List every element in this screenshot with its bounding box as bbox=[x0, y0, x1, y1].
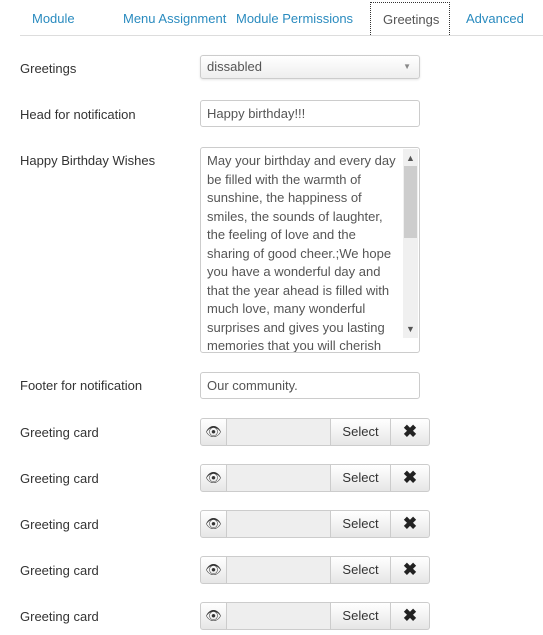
eye-icon[interactable]: 👁 bbox=[200, 418, 227, 446]
greeting-card-field[interactable] bbox=[227, 556, 331, 584]
scrollbar[interactable]: ▲ ▼ bbox=[403, 149, 418, 338]
greeting-card-label: Greeting card bbox=[20, 517, 99, 532]
tab-bar: Module Menu Assignment Module Permission… bbox=[20, 0, 543, 36]
eye-icon[interactable]: 👁 bbox=[200, 556, 227, 584]
scroll-down-icon[interactable]: ▼ bbox=[403, 320, 418, 339]
scroll-thumb[interactable] bbox=[404, 166, 417, 238]
greeting-card-field[interactable] bbox=[227, 602, 331, 630]
greeting-card-label: Greeting card bbox=[20, 471, 99, 486]
greeting-card-field[interactable] bbox=[227, 418, 331, 446]
greeting-card-picker: 👁 Select ✖ bbox=[200, 418, 430, 446]
head-label: Head for notification bbox=[20, 107, 136, 122]
tab-greetings[interactable]: Greetings bbox=[370, 2, 450, 35]
greetings-select[interactable]: dissabled ▼ bbox=[200, 55, 420, 79]
wishes-label: Happy Birthday Wishes bbox=[20, 153, 156, 168]
x-icon[interactable]: ✖ bbox=[391, 556, 430, 584]
greeting-card-label: Greeting card bbox=[20, 425, 99, 440]
greeting-card-field[interactable] bbox=[227, 510, 331, 538]
head-input[interactable]: Happy birthday!!! bbox=[200, 100, 420, 127]
x-icon[interactable]: ✖ bbox=[391, 464, 430, 492]
wishes-text: May your birthday and every day be fille… bbox=[207, 153, 396, 353]
select-button[interactable]: Select bbox=[331, 464, 391, 492]
greetings-label: Greetings bbox=[20, 61, 77, 76]
greeting-card-picker: 👁 Select ✖ bbox=[200, 556, 430, 584]
select-button[interactable]: Select bbox=[331, 602, 391, 630]
select-button[interactable]: Select bbox=[331, 510, 391, 538]
x-icon[interactable]: ✖ bbox=[391, 418, 430, 446]
eye-icon[interactable]: 👁 bbox=[200, 510, 227, 538]
select-button[interactable]: Select bbox=[331, 556, 391, 584]
greeting-card-picker: 👁 Select ✖ bbox=[200, 510, 430, 538]
eye-icon[interactable]: 👁 bbox=[200, 464, 227, 492]
tab-menu-assignment[interactable]: Menu Assignment bbox=[111, 2, 238, 35]
greeting-card-picker: 👁 Select ✖ bbox=[200, 464, 430, 492]
greeting-card-label: Greeting card bbox=[20, 563, 99, 578]
greetings-value: dissabled bbox=[207, 59, 262, 74]
greeting-card-label: Greeting card bbox=[20, 609, 99, 624]
chevron-down-icon: ▼ bbox=[403, 62, 411, 71]
greeting-card-picker: 👁 Select ✖ bbox=[200, 602, 430, 630]
scroll-up-icon[interactable]: ▲ bbox=[403, 149, 418, 168]
tab-module[interactable]: Module bbox=[20, 2, 87, 35]
x-icon[interactable]: ✖ bbox=[391, 602, 430, 630]
wishes-textarea[interactable]: May your birthday and every day be fille… bbox=[200, 147, 420, 353]
tab-module-permissions[interactable]: Module Permissions bbox=[224, 2, 365, 35]
footer-label: Footer for notification bbox=[20, 378, 143, 393]
eye-icon[interactable]: 👁 bbox=[200, 602, 227, 630]
tab-advanced[interactable]: Advanced bbox=[454, 2, 536, 35]
x-icon[interactable]: ✖ bbox=[391, 510, 430, 538]
footer-input[interactable]: Our community. bbox=[200, 372, 420, 399]
select-button[interactable]: Select bbox=[331, 418, 391, 446]
greeting-card-field[interactable] bbox=[227, 464, 331, 492]
